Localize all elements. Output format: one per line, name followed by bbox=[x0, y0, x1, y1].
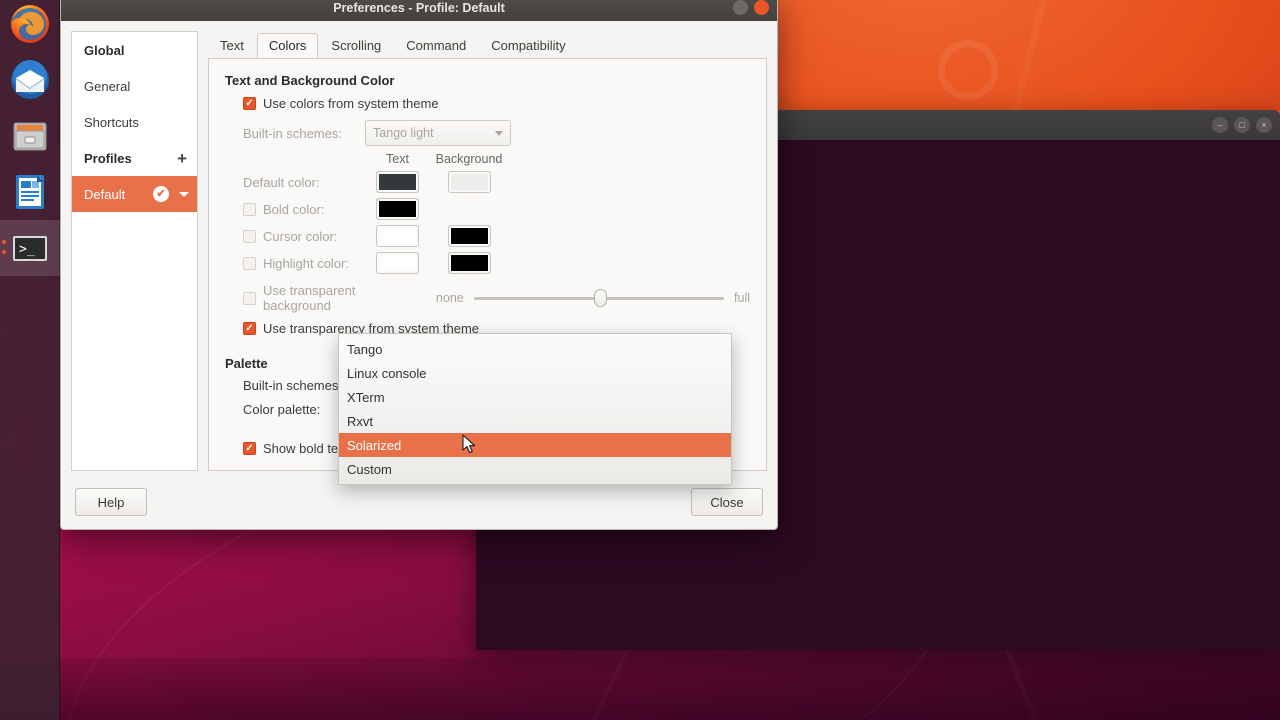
color-column-headers: Text Background bbox=[365, 152, 750, 166]
palette-scheme-dropdown-menu[interactable]: Tango Linux console XTerm Rxvt Solarized… bbox=[338, 333, 732, 485]
dropdown-item-custom[interactable]: Custom bbox=[339, 457, 731, 481]
firefox-icon bbox=[9, 3, 51, 45]
highlight-background-color-swatch[interactable] bbox=[448, 252, 491, 274]
transparent-background-row[interactable]: Use transparent background none full bbox=[225, 283, 750, 313]
highlight-text-color-swatch[interactable] bbox=[376, 252, 419, 274]
use-system-colors-label: Use colors from system theme bbox=[263, 96, 439, 111]
dropdown-item-tango[interactable]: Tango bbox=[339, 337, 731, 361]
column-header-background: Background bbox=[430, 152, 508, 166]
file-cabinet-icon bbox=[9, 115, 51, 157]
transparency-slider-thumb[interactable] bbox=[594, 289, 607, 307]
terminal-minimize-icon[interactable]: – bbox=[1212, 117, 1228, 133]
launcher-item-firefox[interactable] bbox=[0, 0, 60, 52]
preferences-window-title: Preferences - Profile: Default bbox=[333, 1, 505, 15]
bold-color-label: Bold color: bbox=[263, 202, 324, 217]
document-icon bbox=[9, 171, 51, 213]
transparency-system-checkbox[interactable]: ✓ bbox=[243, 322, 256, 335]
default-color-label: Default color: bbox=[225, 175, 365, 190]
launcher-item-libreoffice-writer[interactable] bbox=[0, 164, 60, 220]
dropdown-item-xterm[interactable]: XTerm bbox=[339, 385, 731, 409]
preferences-close-button[interactable] bbox=[754, 0, 769, 15]
builtin-schemes-select[interactable]: Tango light bbox=[365, 120, 511, 146]
bold-color-row[interactable]: Bold color: bbox=[225, 198, 750, 220]
ubuntu-logo-ring bbox=[938, 40, 998, 100]
builtin-schemes-row[interactable]: Built-in schemes: Tango light bbox=[225, 120, 750, 146]
sidebar-item-global[interactable]: Global bbox=[72, 32, 197, 68]
sidebar-item-shortcuts[interactable]: Shortcuts bbox=[72, 104, 197, 140]
cursor-text-color-swatch[interactable] bbox=[376, 225, 419, 247]
terminal-maximize-icon[interactable]: □ bbox=[1234, 117, 1250, 133]
cursor-color-label-group[interactable]: Cursor color: bbox=[225, 229, 365, 244]
cursor-color-label: Cursor color: bbox=[263, 229, 337, 244]
use-system-colors-row[interactable]: ✓ Use colors from system theme bbox=[243, 96, 750, 111]
bold-color-label-group[interactable]: Bold color: bbox=[225, 202, 365, 217]
dropdown-item-rxvt[interactable]: Rxvt bbox=[339, 409, 731, 433]
sidebar-profile-label: Default bbox=[84, 187, 125, 202]
highlight-color-label-group[interactable]: Highlight color: bbox=[225, 256, 365, 271]
dropdown-item-linux-console[interactable]: Linux console bbox=[339, 361, 731, 385]
default-text-color-swatch[interactable] bbox=[376, 171, 419, 193]
transparency-slider[interactable] bbox=[474, 291, 724, 305]
slider-max-label: full bbox=[734, 291, 750, 305]
preferences-sidebar[interactable]: Global General Shortcuts Profiles + Defa… bbox=[71, 31, 198, 471]
tab-text[interactable]: Text bbox=[208, 33, 256, 58]
launcher-item-files[interactable] bbox=[0, 108, 60, 164]
mouse-cursor bbox=[462, 434, 478, 461]
cursor-color-checkbox[interactable] bbox=[243, 230, 256, 243]
sidebar-item-label: General bbox=[84, 79, 130, 94]
unity-launcher[interactable]: >_ bbox=[0, 0, 60, 720]
transparent-background-label: Use transparent background bbox=[263, 283, 426, 313]
show-bold-text-label: Show bold text bbox=[263, 441, 348, 456]
launcher-item-terminal[interactable]: >_ bbox=[0, 220, 60, 276]
tab-colors[interactable]: Colors bbox=[257, 33, 319, 58]
highlight-color-label: Highlight color: bbox=[263, 256, 349, 271]
bold-color-checkbox[interactable] bbox=[243, 203, 256, 216]
close-button[interactable]: Close bbox=[691, 488, 763, 516]
transparent-background-checkbox[interactable] bbox=[243, 292, 256, 305]
text-background-section-title: Text and Background Color bbox=[225, 73, 750, 88]
profile-active-check-icon: ✔ bbox=[153, 186, 169, 202]
preferences-minimize-button[interactable] bbox=[733, 0, 748, 15]
builtin-schemes-value: Tango light bbox=[373, 126, 433, 140]
sidebar-item-profile-default[interactable]: Default ✔ bbox=[72, 176, 197, 212]
cursor-background-color-swatch[interactable] bbox=[448, 225, 491, 247]
highlight-color-row[interactable]: Highlight color: bbox=[225, 252, 750, 274]
tab-compatibility[interactable]: Compatibility bbox=[479, 33, 577, 58]
terminal-icon: >_ bbox=[9, 227, 51, 269]
profile-menu-chevron-down-icon[interactable] bbox=[179, 192, 189, 197]
slider-min-label: none bbox=[436, 291, 464, 305]
chevron-down-icon bbox=[495, 131, 503, 136]
use-system-colors-checkbox[interactable]: ✓ bbox=[243, 97, 256, 110]
builtin-schemes-label: Built-in schemes: bbox=[225, 126, 365, 141]
sidebar-profiles-label: Profiles bbox=[84, 151, 132, 166]
sidebar-profiles-header: Profiles + bbox=[72, 140, 197, 176]
svg-text:>_: >_ bbox=[19, 242, 35, 257]
tab-command[interactable]: Command bbox=[394, 33, 478, 58]
launcher-item-thunderbird[interactable] bbox=[0, 52, 60, 108]
bold-text-color-swatch[interactable] bbox=[376, 198, 419, 220]
highlight-color-checkbox[interactable] bbox=[243, 257, 256, 270]
default-background-color-swatch[interactable] bbox=[448, 171, 491, 193]
tab-scrolling[interactable]: Scrolling bbox=[319, 33, 393, 58]
sidebar-item-general[interactable]: General bbox=[72, 68, 197, 104]
dropdown-item-solarized[interactable]: Solarized bbox=[339, 433, 731, 457]
preferences-tabbar[interactable]: Text Colors Scrolling Command Compatibil… bbox=[208, 31, 767, 58]
sidebar-item-label: Global bbox=[84, 43, 124, 58]
default-color-row[interactable]: Default color: bbox=[225, 171, 750, 193]
column-header-text: Text bbox=[365, 152, 430, 166]
sidebar-item-label: Shortcuts bbox=[84, 115, 139, 130]
help-button[interactable]: Help bbox=[75, 488, 147, 516]
cursor-color-row[interactable]: Cursor color: bbox=[225, 225, 750, 247]
preferences-footer: Help Close bbox=[61, 481, 777, 529]
preferences-titlebar[interactable]: Preferences - Profile: Default bbox=[61, 0, 777, 21]
add-profile-button[interactable]: + bbox=[177, 150, 187, 167]
show-bold-text-checkbox[interactable]: ✓ bbox=[243, 442, 256, 455]
thunderbird-icon bbox=[9, 59, 51, 101]
terminal-close-icon[interactable]: × bbox=[1256, 117, 1272, 133]
